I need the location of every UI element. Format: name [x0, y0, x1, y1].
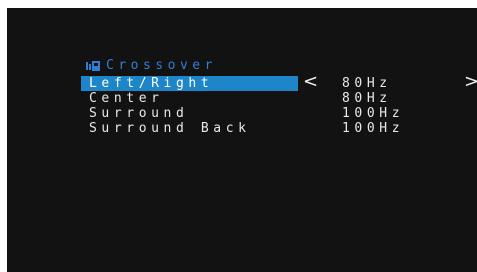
menu-item-label: Left/Right [81, 76, 298, 91]
arrow-left-icon[interactable]: < [303, 73, 318, 91]
speaker-icon [86, 60, 100, 71]
menu-item-center[interactable]: Center 80Hz [81, 91, 477, 106]
menu-item-label: Surround [89, 106, 189, 121]
menu-item-surround-back[interactable]: Surround Back 100Hz [81, 121, 477, 136]
menu-item-value: 80Hz [342, 76, 392, 91]
menu-item-left-right[interactable]: Left/Right < 80Hz > [81, 73, 477, 91]
menu-item-value: 100Hz [342, 121, 405, 136]
menu-item-value: 80Hz [342, 91, 392, 106]
arrow-right-icon[interactable]: > [464, 73, 477, 91]
crossover-menu: Left/Right < 80Hz > Center 80Hz Surround… [81, 73, 477, 136]
menu-item-label: Surround Back [89, 121, 251, 136]
menu-item-label: Center [89, 91, 164, 106]
menu-item-surround[interactable]: Surround 100Hz [81, 106, 477, 121]
menu-item-value: 100Hz [342, 106, 405, 121]
osd-screen: Crossover Left/Right < 80Hz > Center 80H… [7, 8, 477, 272]
menu-header: Crossover [86, 58, 217, 73]
menu-title: Crossover [106, 58, 217, 73]
